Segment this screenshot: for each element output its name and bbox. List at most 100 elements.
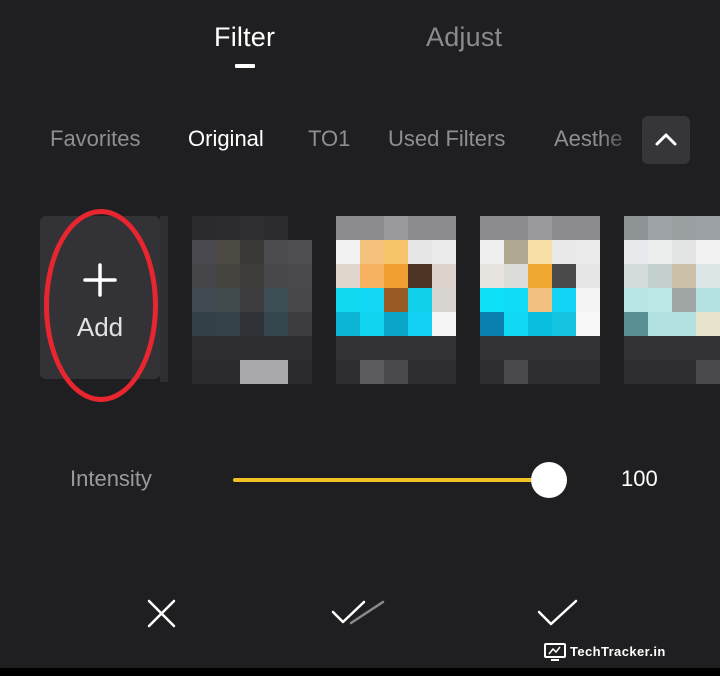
bottom-edge xyxy=(0,668,720,676)
thumbnail-pixel xyxy=(384,336,408,360)
thumbnail-pixel xyxy=(264,264,288,288)
thumbnail-pixel xyxy=(432,264,456,288)
thumbnail-pixel xyxy=(240,240,264,264)
thumbnail-pixel xyxy=(384,312,408,336)
thumbnail-pixel xyxy=(528,336,552,360)
thumbnail-pixel xyxy=(672,288,696,312)
thumbnail-pixel xyxy=(360,312,384,336)
thumbnail-pixel xyxy=(504,360,528,384)
red-highlight-circle xyxy=(44,209,158,402)
thumbnail-pixel xyxy=(624,360,648,384)
tab-adjust[interactable]: Adjust xyxy=(426,22,502,53)
intensity-slider-handle[interactable] xyxy=(531,462,567,498)
thumbnail-pixel xyxy=(576,216,600,240)
thumbnail-pixel xyxy=(288,336,312,360)
thumbnail-pixel xyxy=(240,312,264,336)
thumbnail-pixel xyxy=(696,312,720,336)
thumbnail-pixel xyxy=(552,288,576,312)
thumbnail-pixel xyxy=(432,288,456,312)
thumbnail-pixel xyxy=(216,264,240,288)
thumbnail-pixel xyxy=(552,264,576,288)
thumbnail-pixel xyxy=(360,360,384,384)
thumbnail-pixel xyxy=(624,264,648,288)
filter-thumbnail[interactable] xyxy=(336,216,456,384)
thumbnail-pixel xyxy=(336,216,360,240)
thumbnail-pixel xyxy=(336,360,360,384)
category-to1[interactable]: TO1 xyxy=(308,126,350,152)
filter-thumbnail[interactable] xyxy=(480,216,600,384)
thumbnail-pixel xyxy=(528,312,552,336)
thumbnail-pixel xyxy=(552,240,576,264)
thumbnail-pixel xyxy=(480,240,504,264)
thumbnail-pixel xyxy=(528,216,552,240)
thumbnail-pixel xyxy=(504,312,528,336)
thumbnail-pixel xyxy=(192,360,216,384)
thumbnail-pixel xyxy=(528,360,552,384)
confirm-button[interactable] xyxy=(534,592,582,636)
thumbnail-pixel xyxy=(576,264,600,288)
thumbnail-pixel xyxy=(264,240,288,264)
thumbnail-pixel xyxy=(552,336,576,360)
thumbnail-pixel xyxy=(360,240,384,264)
thumbnail-pixel xyxy=(432,216,456,240)
thumbnail-pixel xyxy=(240,360,264,384)
thumbnail-pixel xyxy=(648,312,672,336)
thumbnail-pixel xyxy=(192,312,216,336)
thumbnail-pixel xyxy=(216,336,240,360)
category-original[interactable]: Original xyxy=(188,126,264,152)
thumbnail-pixel xyxy=(408,312,432,336)
thumbnail-pixel xyxy=(648,216,672,240)
thumbnail-pixel xyxy=(672,312,696,336)
thumbnail-pixel xyxy=(408,360,432,384)
thumbnail-pixel xyxy=(480,360,504,384)
thumbnail-pixel xyxy=(384,360,408,384)
category-used-filters[interactable]: Used Filters xyxy=(388,126,505,152)
thumbnail-pixel xyxy=(288,360,312,384)
thumbnail-pixel xyxy=(264,216,288,240)
thumbnail-pixel xyxy=(384,288,408,312)
thumbnail-pixel xyxy=(360,264,384,288)
thumbnail-pixel xyxy=(432,336,456,360)
watermark: TechTracker.in xyxy=(544,643,665,663)
thumbnail-pixel xyxy=(672,216,696,240)
thumbnail-pixel xyxy=(408,264,432,288)
active-tab-indicator xyxy=(235,64,255,68)
thumbnail-pixel xyxy=(696,360,720,384)
thumbnail-pixel xyxy=(216,288,240,312)
thumbnail-pixel xyxy=(648,360,672,384)
thumbnail-pixel xyxy=(336,288,360,312)
thumbnail-pixel xyxy=(504,216,528,240)
thumbnail-pixel xyxy=(648,264,672,288)
filter-thumbnail[interactable] xyxy=(192,216,312,384)
thumbnail-pixel xyxy=(288,240,312,264)
filter-thumbnail[interactable] xyxy=(624,216,720,384)
thumbnail-pixel xyxy=(576,312,600,336)
thumbnail-pixel xyxy=(192,264,216,288)
collapse-button[interactable] xyxy=(642,116,690,164)
thumbnail-pixel xyxy=(576,288,600,312)
intensity-slider-track[interactable] xyxy=(233,478,549,482)
tab-filter[interactable]: Filter xyxy=(214,22,275,53)
thumbnail-pixel xyxy=(504,240,528,264)
category-favorites[interactable]: Favorites xyxy=(50,126,140,152)
close-icon xyxy=(147,599,176,628)
thumbnail-pixel xyxy=(480,264,504,288)
thumbnail-pixel xyxy=(288,216,312,240)
thumbnail-pixel xyxy=(192,240,216,264)
apply-to-all-button[interactable] xyxy=(330,592,390,636)
thumbnail-pixel xyxy=(648,336,672,360)
thumbnail-pixel xyxy=(480,336,504,360)
cancel-button[interactable] xyxy=(138,592,186,636)
thumbnail-pixel xyxy=(336,264,360,288)
thumbnail-pixel xyxy=(240,336,264,360)
double-check-icon xyxy=(331,600,385,625)
thumbnail-pixel xyxy=(552,360,576,384)
filter-category-bar: Favorites Original TO1 Used Filters Aest… xyxy=(0,120,640,162)
thumbnail-pixel xyxy=(216,240,240,264)
thumbnail-pixel xyxy=(552,312,576,336)
thumbnail-pixel xyxy=(264,336,288,360)
thumbnail-pixel xyxy=(672,264,696,288)
thumbnail-pixel xyxy=(624,312,648,336)
thumbnail-pixel xyxy=(264,360,288,384)
thumbnail-pixel xyxy=(480,216,504,240)
